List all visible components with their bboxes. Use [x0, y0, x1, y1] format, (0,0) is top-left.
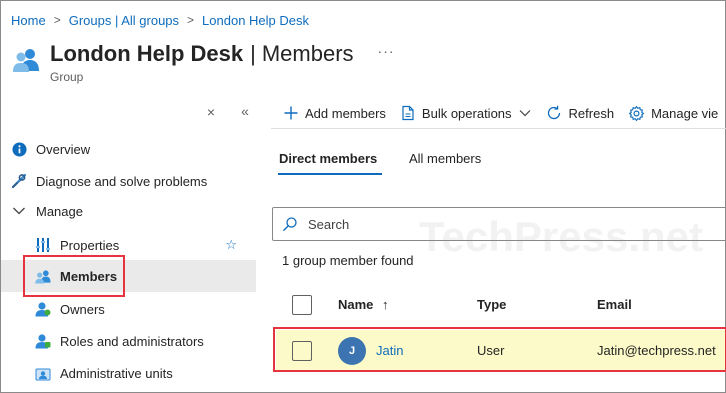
- sidebar-item-diagnose[interactable]: Diagnose and solve problems: [1, 165, 256, 197]
- favorite-star-icon[interactable]: ☆: [225, 237, 237, 253]
- properties-icon: [35, 237, 51, 253]
- chevron-down-icon: [519, 110, 530, 117]
- breadcrumb-separator: >: [187, 13, 195, 27]
- sidebar-item-label: Overview: [36, 141, 91, 157]
- column-header-type[interactable]: Type: [477, 297, 506, 312]
- bulk-operations-button[interactable]: Bulk operations: [400, 105, 531, 121]
- plus-icon: [284, 106, 298, 120]
- sidebar-item-roles[interactable]: Roles and administrators: [1, 325, 256, 357]
- sidebar-item-properties[interactable]: Properties ☆: [1, 229, 256, 261]
- column-header-email[interactable]: Email: [597, 297, 632, 312]
- info-icon: [11, 141, 27, 157]
- sidebar-item-members[interactable]: Members: [1, 260, 256, 292]
- refresh-button[interactable]: Refresh: [545, 104, 615, 122]
- result-count: 1 group member found: [282, 253, 414, 268]
- column-header-name[interactable]: Name ↑: [338, 297, 389, 312]
- active-tab-indicator: [278, 173, 382, 175]
- owners-icon: [35, 301, 51, 317]
- admin-units-icon: [35, 365, 51, 381]
- sidebar-item-owners[interactable]: Owners: [1, 293, 256, 325]
- members-icon: [35, 268, 51, 284]
- search-placeholder: Search: [308, 216, 350, 232]
- chevron-down-icon: [11, 203, 27, 219]
- breadcrumb-current-group[interactable]: London Help Desk: [202, 13, 309, 28]
- command-bar: Add members Bulk operations Refresh Mana…: [283, 101, 726, 125]
- page-title: London Help Desk | Members ···: [50, 39, 395, 69]
- title-separator: |: [250, 41, 256, 66]
- bulk-operations-label: Bulk operations: [421, 105, 512, 121]
- column-name-label: Name: [338, 297, 374, 312]
- member-email: Jatin@techpress.net: [597, 343, 716, 358]
- sidebar-item-label: Owners: [60, 301, 105, 317]
- search-input[interactable]: Search: [272, 207, 726, 241]
- gear-icon: [629, 105, 645, 121]
- page-subtitle: Group: [50, 70, 84, 84]
- toolbar-divider: [271, 128, 726, 129]
- close-icon[interactable]: ×: [203, 104, 219, 120]
- manage-view-button[interactable]: Manage vie: [628, 105, 718, 122]
- tab-direct-members[interactable]: Direct members: [279, 151, 377, 166]
- sort-ascending-icon: ↑: [382, 297, 389, 312]
- roles-icon: [35, 333, 51, 349]
- sidebar-item-label: Manage: [36, 203, 83, 219]
- member-name-link[interactable]: Jatin: [376, 343, 403, 358]
- section-title: Members: [261, 41, 354, 66]
- breadcrumb-home[interactable]: Home: [11, 13, 46, 28]
- add-members-button[interactable]: Add members: [283, 105, 386, 121]
- row-checkbox[interactable]: [292, 341, 312, 361]
- avatar: J: [338, 337, 366, 365]
- breadcrumb-separator: >: [53, 13, 61, 27]
- refresh-icon: [547, 105, 560, 120]
- document-icon: [402, 105, 414, 121]
- group-icon: [12, 45, 40, 73]
- sidebar-item-overview[interactable]: Overview: [1, 133, 256, 165]
- refresh-label: Refresh: [568, 105, 615, 121]
- select-all-checkbox[interactable]: [292, 295, 312, 315]
- sidebar-item-label: Roles and administrators: [60, 333, 204, 349]
- sidebar-item-label: Diagnose and solve problems: [36, 173, 208, 189]
- add-members-label: Add members: [305, 105, 386, 121]
- more-options-button[interactable]: ···: [378, 43, 395, 59]
- manage-view-label: Manage vie: [651, 105, 719, 121]
- wrench-icon: [11, 173, 27, 189]
- search-icon: [283, 217, 297, 231]
- sidebar-item-label: Properties: [60, 237, 120, 253]
- sidebar-item-admin-units[interactable]: Administrative units: [1, 357, 256, 389]
- collapse-sidebar-icon[interactable]: «: [236, 103, 254, 119]
- sidebar-item-label: Administrative units: [60, 365, 173, 381]
- breadcrumb-all-groups[interactable]: Groups | All groups: [69, 13, 179, 28]
- member-type: User: [477, 343, 505, 358]
- sidebar-item-manage[interactable]: Manage: [1, 195, 256, 227]
- group-name-title: London Help Desk: [50, 41, 244, 66]
- sidebar-item-label: Members: [60, 268, 118, 284]
- tab-all-members[interactable]: All members: [409, 151, 481, 166]
- breadcrumb: Home > Groups | All groups > London Help…: [11, 11, 309, 29]
